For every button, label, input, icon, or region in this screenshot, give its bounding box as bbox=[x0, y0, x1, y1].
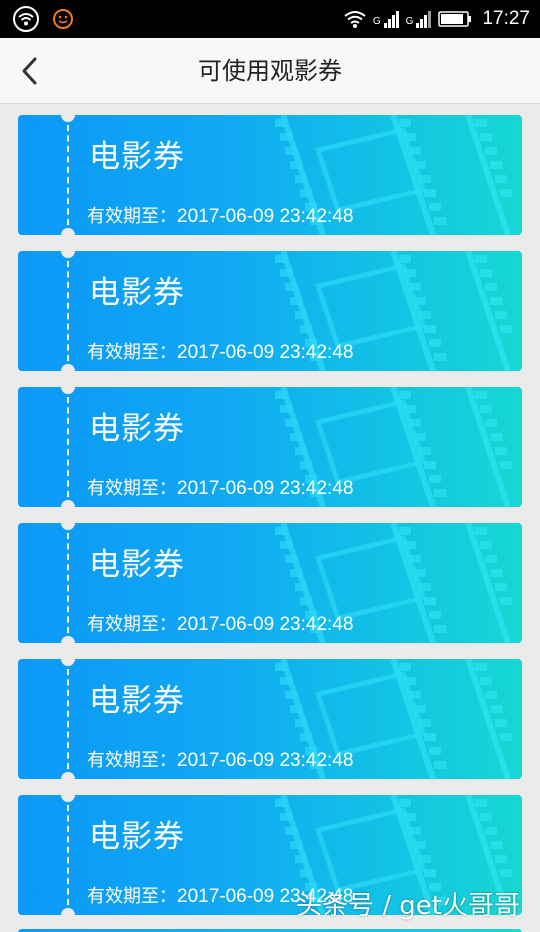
expiry-date: 2017-06-09 23:42:48 bbox=[177, 614, 354, 635]
coupon-expiry: 有效期至：2017-06-09 23:42:48 bbox=[87, 610, 353, 636]
app-header: 可使用观影券 bbox=[0, 38, 540, 104]
coupon-title: 电影券 bbox=[89, 683, 185, 719]
expiry-date: 2017-06-09 23:42:48 bbox=[177, 206, 354, 227]
perforation-line bbox=[67, 669, 69, 769]
wifi-signal-icon bbox=[344, 11, 366, 28]
coupon-expiry: 有效期至：2017-06-09 23:42:48 bbox=[87, 746, 353, 772]
notch bbox=[61, 387, 75, 394]
coupon-card[interactable]: 电影券 有效期至：2017-06-09 23:42:48 bbox=[18, 251, 522, 371]
coupon-title: 电影券 bbox=[89, 139, 185, 175]
expiry-label: 有效期至： bbox=[87, 886, 177, 907]
coupon-title: 电影券 bbox=[89, 819, 185, 855]
expiry-label: 有效期至： bbox=[87, 478, 177, 499]
notch bbox=[61, 228, 75, 235]
status-time: 17:27 bbox=[482, 8, 530, 29]
smiley-notification-icon bbox=[53, 9, 73, 29]
notch bbox=[61, 795, 75, 802]
battery-icon bbox=[438, 11, 472, 27]
notch bbox=[61, 523, 75, 530]
chevron-left-icon bbox=[22, 57, 37, 85]
coupon-expiry: 有效期至：2017-06-09 23:42:48 bbox=[87, 202, 353, 228]
coupon-expiry: 有效期至：2017-06-09 23:42:48 bbox=[87, 338, 353, 364]
notch bbox=[61, 772, 75, 779]
expiry-date: 2017-06-09 23:42:48 bbox=[177, 478, 354, 499]
expiry-date: 2017-06-09 23:42:48 bbox=[177, 750, 354, 771]
coupon-title: 电影券 bbox=[89, 547, 185, 583]
perforation-line bbox=[67, 125, 69, 225]
perforation-line bbox=[67, 397, 69, 497]
signal-icon bbox=[416, 11, 432, 28]
signal1-label: G bbox=[372, 16, 381, 27]
signal2-label: G bbox=[405, 16, 414, 27]
coupon-expiry: 有效期至：2017-06-09 23:42:48 bbox=[87, 474, 353, 500]
notch bbox=[61, 659, 75, 666]
expiry-label: 有效期至： bbox=[87, 342, 177, 363]
expiry-label: 有效期至： bbox=[87, 206, 177, 227]
perforation-line bbox=[67, 261, 69, 361]
expiry-label: 有效期至： bbox=[87, 614, 177, 635]
notch bbox=[61, 251, 75, 258]
coupon-card[interactable]: 电影券 有效期至：2017-06-09 23:42:48 bbox=[18, 523, 522, 643]
coupon-card[interactable]: 电影券 有效期至：2017-06-09 23:42:48 bbox=[18, 659, 522, 779]
coupon-card[interactable]: 电影券 有效期至：2017-06-09 23:42:48 bbox=[18, 387, 522, 507]
coupon-title: 电影券 bbox=[89, 275, 185, 311]
notch bbox=[61, 364, 75, 371]
coupon-title: 电影券 bbox=[89, 411, 185, 447]
coupon-card[interactable]: 电影券 有效期至：2017-06-09 23:42:48 bbox=[18, 115, 522, 235]
watermark: 头条号 / get火哥哥 bbox=[296, 891, 520, 921]
page-title: 可使用观影券 bbox=[198, 57, 342, 85]
wifi-icon bbox=[13, 6, 39, 32]
notch bbox=[61, 500, 75, 507]
notch bbox=[61, 115, 75, 122]
expiry-date: 2017-06-09 23:42:48 bbox=[177, 342, 354, 363]
notch bbox=[61, 636, 75, 643]
perforation-line bbox=[67, 805, 69, 905]
perforation-line bbox=[67, 533, 69, 633]
signal-icon bbox=[383, 11, 399, 28]
coupon-list: 电影券 有效期至：2017-06-09 23:42:48 电影券 有效期至：20… bbox=[18, 115, 522, 931]
notch bbox=[61, 908, 75, 915]
status-bar: G G 17:27 bbox=[0, 0, 540, 38]
back-button[interactable] bbox=[10, 51, 50, 91]
expiry-label: 有效期至： bbox=[87, 750, 177, 771]
